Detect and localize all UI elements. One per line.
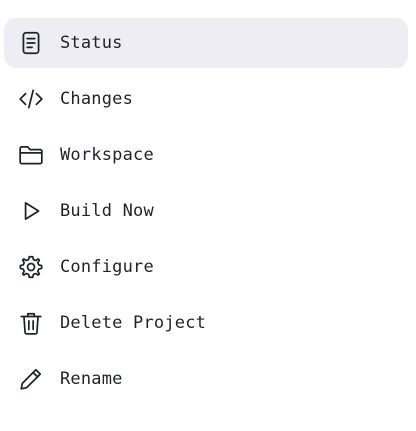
menu-item-rename[interactable]: Rename bbox=[4, 354, 408, 404]
folder-icon bbox=[16, 140, 46, 170]
document-icon bbox=[16, 28, 46, 58]
menu-item-label: Delete Project bbox=[60, 313, 207, 333]
menu-item-delete-project[interactable]: Delete Project bbox=[4, 298, 408, 348]
menu-item-label: Build Now bbox=[60, 201, 154, 221]
side-menu: Status Changes Workspace Build Now Confi… bbox=[0, 0, 416, 431]
play-icon bbox=[16, 196, 46, 226]
menu-item-label: Configure bbox=[60, 257, 154, 277]
menu-item-label: Workspace bbox=[60, 145, 154, 165]
pencil-icon bbox=[16, 364, 46, 394]
gear-icon bbox=[16, 252, 46, 282]
menu-item-label: Status bbox=[60, 33, 123, 53]
menu-item-build-now[interactable]: Build Now bbox=[4, 186, 408, 236]
menu-item-status[interactable]: Status bbox=[4, 18, 408, 68]
code-icon bbox=[16, 84, 46, 114]
menu-item-label: Changes bbox=[60, 89, 134, 109]
menu-item-label: Rename bbox=[60, 369, 123, 389]
menu-item-configure[interactable]: Configure bbox=[4, 242, 408, 292]
menu-item-workspace[interactable]: Workspace bbox=[4, 130, 408, 180]
menu-item-changes[interactable]: Changes bbox=[4, 74, 408, 124]
trash-icon bbox=[16, 308, 46, 338]
